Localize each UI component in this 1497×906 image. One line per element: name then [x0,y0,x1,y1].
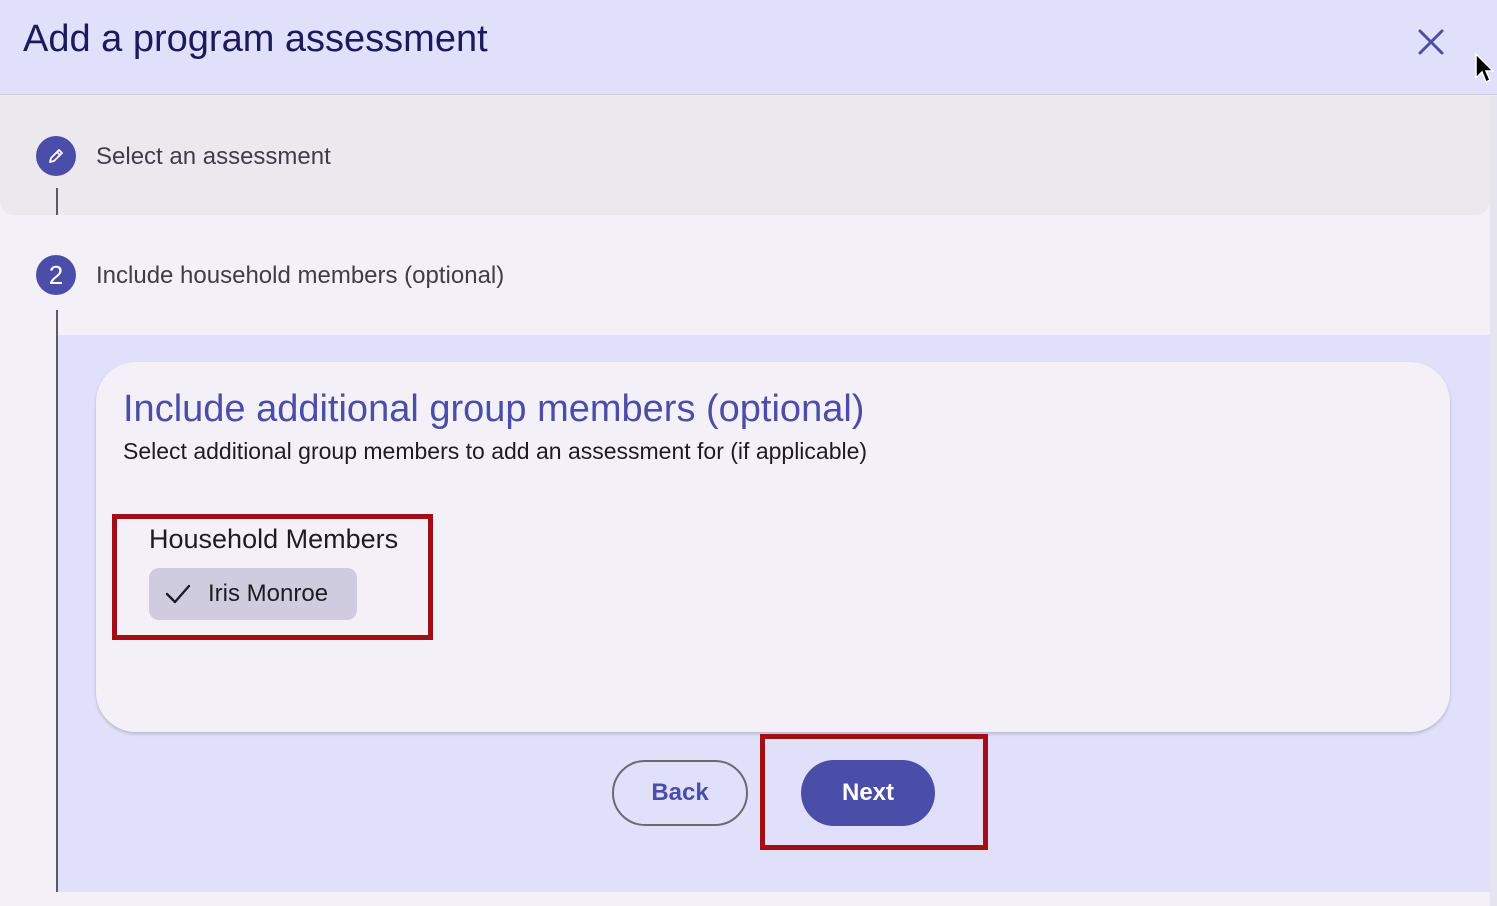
next-button[interactable]: Next [801,760,935,826]
card-subtitle: Select additional group members to add a… [123,438,868,464]
step-household-members[interactable]: 2 Include household members (optional) [0,215,1490,335]
step-2-label: Include household members (optional) [96,262,505,289]
step-connector [56,310,58,335]
footer-strip [0,892,1490,906]
household-members-label: Household Members [149,524,399,554]
mouse-cursor-icon [1475,52,1494,84]
member-name: Iris Monroe [208,580,329,607]
member-chip-iris-monroe[interactable]: Iris Monroe [149,568,357,620]
step-select-assessment[interactable]: Select an assessment [0,96,1490,215]
step-1-indicator [36,136,76,176]
scrollbar-track[interactable] [1490,96,1497,906]
dialog-title: Add a program assessment [23,18,488,60]
step-2-indicator: 2 [36,255,76,295]
step-connector [56,188,58,215]
step-1-label: Select an assessment [96,143,331,170]
back-button[interactable]: Back [612,760,748,826]
close-button[interactable] [1412,22,1450,62]
dialog-header: Add a program assessment [0,0,1497,95]
household-members-card: Include additional group members (option… [96,362,1450,732]
pencil-icon [49,149,63,163]
checkmark-icon [165,584,191,604]
close-icon [1418,29,1444,55]
card-title: Include additional group members (option… [123,388,865,430]
